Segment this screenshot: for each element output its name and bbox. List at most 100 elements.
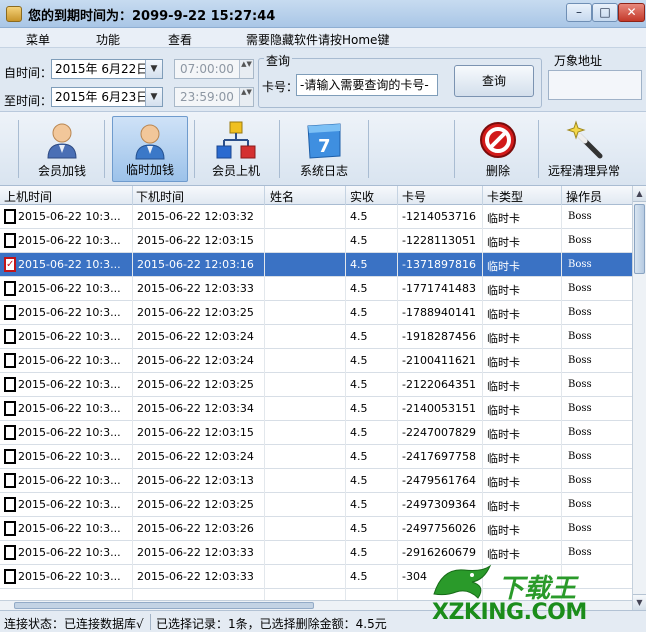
query-panel: 自时间： 2015年 6月22日 ▼ 07:00:00 ▲▼ 至时间： 2015… — [0, 48, 646, 112]
checkbox[interactable] — [4, 521, 16, 536]
table-row[interactable]: 2015-06-22 10:3... 2015-06-22 12:03:33 4.5… — [0, 277, 632, 301]
table-row[interactable]: 2015-06-22 10:3... 2015-06-22 12:03:24 4.5… — [0, 349, 632, 373]
column-header-name[interactable]: 姓名 — [270, 188, 294, 205]
spin-arrows-icon[interactable]: ▲▼ — [239, 60, 253, 78]
horizontal-scroll-thumb[interactable] — [14, 602, 314, 609]
table-row[interactable]: 2015-06-22 10:3... 2015-06-22 12:03:24 4.5… — [0, 445, 632, 469]
column-line — [397, 205, 398, 610]
table-row[interactable]: 2015-06-22 10:3... 2015-06-22 12:03:25 4.5… — [0, 301, 632, 325]
maximize-button[interactable]: □ — [592, 3, 618, 22]
cell-end-time: 2015-06-22 12:03:16 — [137, 258, 254, 271]
checkbox[interactable] — [4, 305, 16, 320]
column-header-end[interactable]: 下机时间 — [136, 188, 184, 205]
cell-paid: 4.5 — [350, 570, 368, 583]
checkbox-checked[interactable]: ✓ — [4, 257, 16, 272]
cell-end-time: 2015-06-22 12:03:34 — [137, 402, 254, 415]
watermark-logo: 下载王 XZKING.COM — [428, 560, 646, 630]
cell-operator: Boss — [568, 427, 592, 438]
temp-recharge-button[interactable]: 临时加钱 — [112, 116, 188, 182]
column-header-type[interactable]: 卡类型 — [487, 188, 523, 205]
member-recharge-button[interactable]: 会员加钱 — [24, 116, 100, 182]
table-row[interactable]: 2015-06-22 10:3... 2015-06-22 12:03:34 4.5… — [0, 397, 632, 421]
column-header-paid[interactable]: 实收 — [350, 188, 374, 205]
scroll-thumb[interactable] — [634, 204, 645, 274]
spin-arrows-icon[interactable]: ▲▼ — [239, 88, 253, 106]
chevron-down-icon[interactable]: ▼ — [145, 60, 162, 78]
cell-card-type: 临时卡 — [487, 212, 520, 225]
start-time-spinner[interactable]: 07:00:00 ▲▼ — [174, 59, 254, 79]
vertical-scrollbar[interactable]: ▲ ▼ — [632, 186, 646, 610]
menu-item-view[interactable]: 查看 — [168, 31, 192, 48]
chevron-down-icon[interactable]: ▼ — [145, 88, 162, 106]
checkbox[interactable] — [4, 233, 16, 248]
table-row[interactable]: 2015-06-22 10:3... 2015-06-22 12:03:26 4.5… — [0, 517, 632, 541]
cell-operator: Boss — [568, 283, 592, 294]
checkbox[interactable] — [4, 569, 16, 584]
cell-start-time: 2015-06-22 10:3... — [18, 330, 121, 343]
menu-item-menu[interactable]: 菜单 — [26, 31, 50, 48]
system-log-button[interactable]: 7 系统日志 — [286, 116, 362, 182]
cell-card-number: -1214053716 — [402, 210, 476, 223]
checkbox[interactable] — [4, 281, 16, 296]
cell-card-number: -1228113051 — [402, 234, 476, 247]
close-button[interactable]: ✕ — [618, 3, 645, 22]
cell-end-time: 2015-06-22 12:03:25 — [137, 306, 254, 319]
checkbox[interactable] — [4, 377, 16, 392]
table-row[interactable]: ✓ 2015-06-22 10:3... 2015-06-22 12:03:16 4.… — [0, 253, 632, 277]
toolbar-separator — [279, 120, 280, 178]
cell-start-time: 2015-06-22 10:3... — [18, 522, 121, 535]
checkbox[interactable] — [4, 449, 16, 464]
header-divider — [132, 186, 133, 205]
table-row[interactable]: 2015-06-22 10:3... 2015-06-22 12:03:15 4.5… — [0, 229, 632, 253]
checkbox[interactable] — [4, 209, 16, 224]
cell-card-number: -1918287456 — [402, 330, 476, 343]
cell-card-type: 临时卡 — [487, 284, 520, 297]
cell-start-time: 2015-06-22 10:3... — [18, 450, 121, 463]
network-icon — [216, 121, 256, 159]
cell-card-number: -2916260679 — [402, 546, 476, 559]
address-field[interactable] — [548, 70, 642, 100]
header-divider — [561, 186, 562, 205]
cell-operator: Boss — [568, 547, 592, 558]
cell-card-number: -2100411621 — [402, 354, 476, 367]
column-header-start[interactable]: 上机时间 — [4, 188, 52, 205]
toolbar-separator — [18, 120, 19, 178]
cell-card-type: 临时卡 — [487, 260, 520, 273]
menu-item-function[interactable]: 功能 — [96, 31, 120, 48]
table-row[interactable]: 2015-06-22 10:3... 2015-06-22 12:03:32 4.5… — [0, 205, 632, 229]
checkbox[interactable] — [4, 473, 16, 488]
cell-card-type: 临时卡 — [487, 380, 520, 393]
checkbox[interactable] — [4, 425, 16, 440]
svg-text:7: 7 — [318, 136, 331, 157]
end-date-picker[interactable]: 2015年 6月23日 ▼ — [51, 87, 163, 107]
start-date-picker[interactable]: 2015年 6月22日 ▼ — [51, 59, 163, 79]
column-header-operator[interactable]: 操作员 — [566, 188, 602, 205]
member-login-button[interactable]: 会员上机 — [198, 116, 274, 182]
remote-clean-button[interactable]: 远程清理异常 — [546, 116, 622, 182]
table-row[interactable]: 2015-06-22 10:3... 2015-06-22 12:03:15 4.5… — [0, 421, 632, 445]
cell-end-time: 2015-06-22 12:03:24 — [137, 450, 254, 463]
minimize-button[interactable]: – — [566, 3, 592, 22]
column-header-card[interactable]: 卡号 — [402, 188, 426, 205]
delete-button[interactable]: 删除 — [460, 116, 536, 182]
end-time-value: 23:59:00 — [180, 90, 234, 104]
checkbox[interactable] — [4, 401, 16, 416]
table-row[interactable]: 2015-06-22 10:3... 2015-06-22 12:03:25 4.5… — [0, 493, 632, 517]
card-number-input[interactable]: -请输入需要查询的卡号- — [296, 74, 438, 96]
dragon-logo-icon — [433, 564, 492, 599]
checkbox[interactable] — [4, 329, 16, 344]
menu-item-hide-hint[interactable]: 需要隐藏软件请按Home键 — [246, 31, 389, 48]
checkbox[interactable] — [4, 497, 16, 512]
scroll-up-icon[interactable]: ▲ — [633, 186, 646, 202]
checkbox[interactable] — [4, 545, 16, 560]
cell-start-time: 2015-06-22 10:3... — [18, 210, 121, 223]
table-row[interactable]: 2015-06-22 10:3... 2015-06-22 12:03:13 4.5… — [0, 469, 632, 493]
cell-card-number: -2497756026 — [402, 522, 476, 535]
header-divider — [345, 186, 346, 205]
cell-operator: Boss — [568, 331, 592, 342]
end-time-spinner[interactable]: 23:59:00 ▲▼ — [174, 87, 254, 107]
checkbox[interactable] — [4, 353, 16, 368]
table-row[interactable]: 2015-06-22 10:3... 2015-06-22 12:03:25 4.5… — [0, 373, 632, 397]
table-row[interactable]: 2015-06-22 10:3... 2015-06-22 12:03:24 4.5… — [0, 325, 632, 349]
query-button[interactable]: 查询 — [454, 65, 534, 97]
